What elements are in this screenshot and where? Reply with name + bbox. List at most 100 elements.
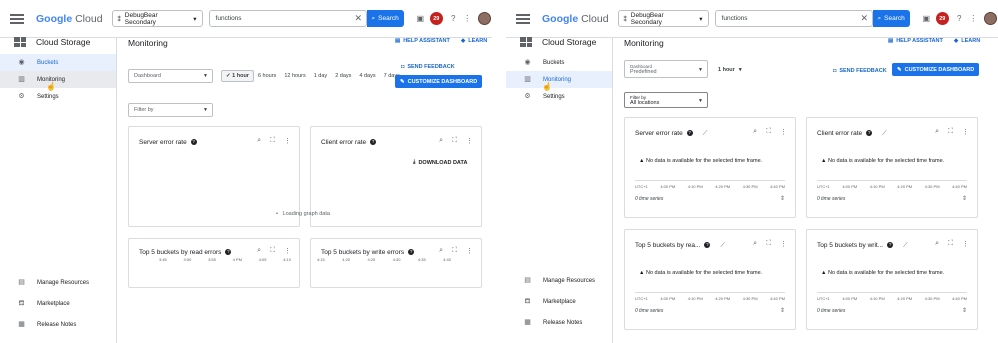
send-feedback-link[interactable]: ◘ SEND FEEDBACK bbox=[833, 68, 887, 74]
auto-scale-icon[interactable]: ⟋ bbox=[720, 242, 725, 249]
time-6-hours[interactable]: 6 hours bbox=[254, 71, 280, 81]
auto-scale-icon[interactable]: ⟋ bbox=[703, 130, 708, 137]
google-cloud-logo[interactable]: Google Cloud bbox=[36, 13, 103, 25]
zoom-icon[interactable]: ⌕ bbox=[935, 240, 939, 248]
terminal-icon[interactable]: ▣ bbox=[922, 14, 931, 23]
learn-link[interactable]: ◆ LEARN bbox=[954, 38, 980, 44]
dashboard-select[interactable]: Dashboard ▼ bbox=[128, 69, 213, 83]
more-vert-icon[interactable]: ⋮ bbox=[284, 247, 291, 255]
search-icon: ⌕ bbox=[877, 14, 882, 22]
fullscreen-icon[interactable]: ⛶ bbox=[948, 240, 953, 248]
feedback-icon: ◘ bbox=[833, 68, 837, 74]
sidebar-item-release-notes[interactable]: ▦ Release Notes bbox=[506, 312, 613, 333]
fullscreen-icon[interactable]: ⛶ bbox=[452, 247, 457, 255]
expand-icon[interactable]: ⇕ bbox=[780, 195, 785, 202]
search-input[interactable]: functions ✕ bbox=[714, 10, 873, 27]
help-icon[interactable]: ? bbox=[370, 139, 377, 146]
time-12-hours[interactable]: 12 hours bbox=[280, 71, 309, 81]
sidebar-item-buckets[interactable]: ◉ Buckets bbox=[506, 54, 612, 71]
chart-card-client-error-rate: Client error rate? ⌕ ⛶ ⋮ ⤓ DOWNLOAD DATA bbox=[310, 126, 482, 227]
auto-scale-icon[interactable]: ⟋ bbox=[882, 130, 887, 137]
menu-icon[interactable] bbox=[516, 13, 530, 24]
search-input[interactable]: functions ✕ bbox=[208, 10, 367, 27]
expand-icon[interactable]: ⇕ bbox=[780, 307, 785, 314]
fullscreen-icon[interactable]: ⛶ bbox=[766, 128, 771, 136]
menu-icon[interactable] bbox=[10, 13, 24, 24]
sidebar-item-release-notes[interactable]: ▦ Release Notes bbox=[0, 314, 117, 335]
help-icon[interactable]: ? bbox=[866, 130, 873, 137]
search-button[interactable]: ⌕ Search bbox=[872, 10, 910, 27]
send-feedback-link[interactable]: ◘ SEND FEEDBACK bbox=[401, 64, 455, 70]
sidebar-item-manage-resources[interactable]: ▤ Manage Resources bbox=[0, 272, 117, 293]
fullscreen-icon[interactable]: ⛶ bbox=[766, 240, 771, 248]
more-vert-icon[interactable]: ⋮ bbox=[466, 137, 473, 145]
time-1-hour[interactable]: ✓ 1 hour bbox=[221, 70, 254, 82]
sidebar-item-buckets[interactable]: ◉ Buckets bbox=[0, 54, 116, 71]
more-vert-icon[interactable]: ⋮ bbox=[463, 14, 472, 23]
time-2-days[interactable]: 2 days bbox=[331, 71, 355, 81]
zoom-icon[interactable]: ⌕ bbox=[753, 240, 757, 248]
zoom-icon[interactable]: ⌕ bbox=[439, 247, 443, 255]
time-1-day[interactable]: 1 day bbox=[310, 71, 331, 81]
sidebar-item-settings[interactable]: ⚙ Settings bbox=[0, 88, 116, 105]
more-vert-icon[interactable]: ⋮ bbox=[969, 14, 978, 23]
sidebar-item-settings[interactable]: ⚙ Settings bbox=[506, 88, 612, 105]
auto-scale-icon[interactable]: ⟋ bbox=[903, 242, 908, 249]
sidebar-item-monitoring[interactable]: ▥ Monitoring bbox=[506, 71, 612, 88]
help-icon[interactable]: ? bbox=[686, 130, 693, 137]
help-assistant-link[interactable]: ▤ HELP ASSISTANT bbox=[888, 38, 943, 44]
help-icon[interactable]: ? bbox=[449, 14, 458, 23]
zoom-icon[interactable]: ⌕ bbox=[439, 137, 443, 145]
chart-title: Server error rate? ⟋ bbox=[635, 130, 708, 137]
avatar[interactable] bbox=[477, 12, 491, 25]
warning-icon: ▲ bbox=[821, 270, 827, 276]
sidebar-item-manage-resources[interactable]: ▤ Manage Resources bbox=[506, 270, 613, 291]
dashboard-select[interactable]: Dashboard Predefined ▼ bbox=[624, 60, 708, 78]
fullscreen-icon[interactable]: ⛶ bbox=[948, 128, 953, 136]
filter-select[interactable]: Filter by ▼ bbox=[128, 103, 213, 117]
filter-select[interactable]: Filter by All locations ▼ bbox=[624, 92, 708, 108]
search-button[interactable]: ⌕ Search bbox=[366, 10, 404, 27]
google-cloud-logo[interactable]: Google Cloud bbox=[542, 13, 609, 25]
terminal-icon[interactable]: ▣ bbox=[416, 14, 425, 23]
zoom-icon[interactable]: ⌕ bbox=[257, 137, 261, 145]
project-selector[interactable]: ⁑ DebugBear Secondary ▾ bbox=[111, 10, 203, 27]
help-icon[interactable]: ? bbox=[190, 139, 197, 146]
zoom-icon[interactable]: ⌕ bbox=[753, 128, 757, 136]
time-4-days[interactable]: 4 days bbox=[355, 71, 379, 81]
clear-search-icon[interactable]: ✕ bbox=[355, 13, 363, 24]
help-icon[interactable]: ? bbox=[408, 249, 415, 256]
download-data-button[interactable]: ⤓ DOWNLOAD DATA bbox=[413, 159, 467, 166]
learn-link[interactable]: ◆ LEARN bbox=[461, 38, 487, 44]
more-vert-icon[interactable]: ⋮ bbox=[284, 137, 291, 145]
help-icon[interactable]: ? bbox=[887, 242, 894, 249]
notifications-badge[interactable]: 29 bbox=[429, 12, 443, 25]
customize-dashboard-button[interactable]: ✎ CUSTOMIZE DASHBOARD bbox=[892, 63, 980, 76]
cart-icon: ⛾ bbox=[524, 298, 531, 305]
more-vert-icon[interactable]: ⋮ bbox=[962, 128, 969, 136]
fullscreen-icon[interactable]: ⛶ bbox=[270, 137, 275, 145]
more-vert-icon[interactable]: ⋮ bbox=[962, 240, 969, 248]
help-icon[interactable]: ? bbox=[225, 249, 232, 256]
avatar[interactable] bbox=[983, 12, 997, 25]
time-range-select[interactable]: 1 hour ▾ bbox=[714, 65, 742, 75]
more-vert-icon[interactable]: ⋮ bbox=[780, 240, 787, 248]
help-icon[interactable]: ? bbox=[955, 14, 964, 23]
fullscreen-icon[interactable]: ⛶ bbox=[270, 247, 275, 255]
zoom-icon[interactable]: ⌕ bbox=[935, 128, 939, 136]
fullscreen-icon[interactable]: ⛶ bbox=[452, 137, 457, 145]
more-vert-icon[interactable]: ⋮ bbox=[466, 247, 473, 255]
expand-icon[interactable]: ⇕ bbox=[962, 307, 967, 314]
help-icon[interactable]: ? bbox=[704, 242, 711, 249]
expand-icon[interactable]: ⇕ bbox=[962, 195, 967, 202]
clear-search-icon[interactable]: ✕ bbox=[861, 13, 869, 24]
sidebar-item-monitoring[interactable]: ▥ Monitoring bbox=[0, 71, 116, 88]
customize-dashboard-button[interactable]: ✎ CUSTOMIZE DASHBOARD bbox=[395, 75, 483, 88]
more-vert-icon[interactable]: ⋮ bbox=[780, 128, 787, 136]
notifications-badge[interactable]: 29 bbox=[935, 12, 949, 25]
project-selector[interactable]: ⁑ DebugBear Secondary ▾ bbox=[617, 10, 709, 27]
sidebar-item-marketplace[interactable]: ⛾ Marketplace bbox=[0, 293, 117, 314]
zoom-icon[interactable]: ⌕ bbox=[257, 247, 261, 255]
sidebar-item-marketplace[interactable]: ⛾ Marketplace bbox=[506, 291, 613, 312]
help-assistant-link[interactable]: ▤ HELP ASSISTANT bbox=[395, 38, 450, 44]
